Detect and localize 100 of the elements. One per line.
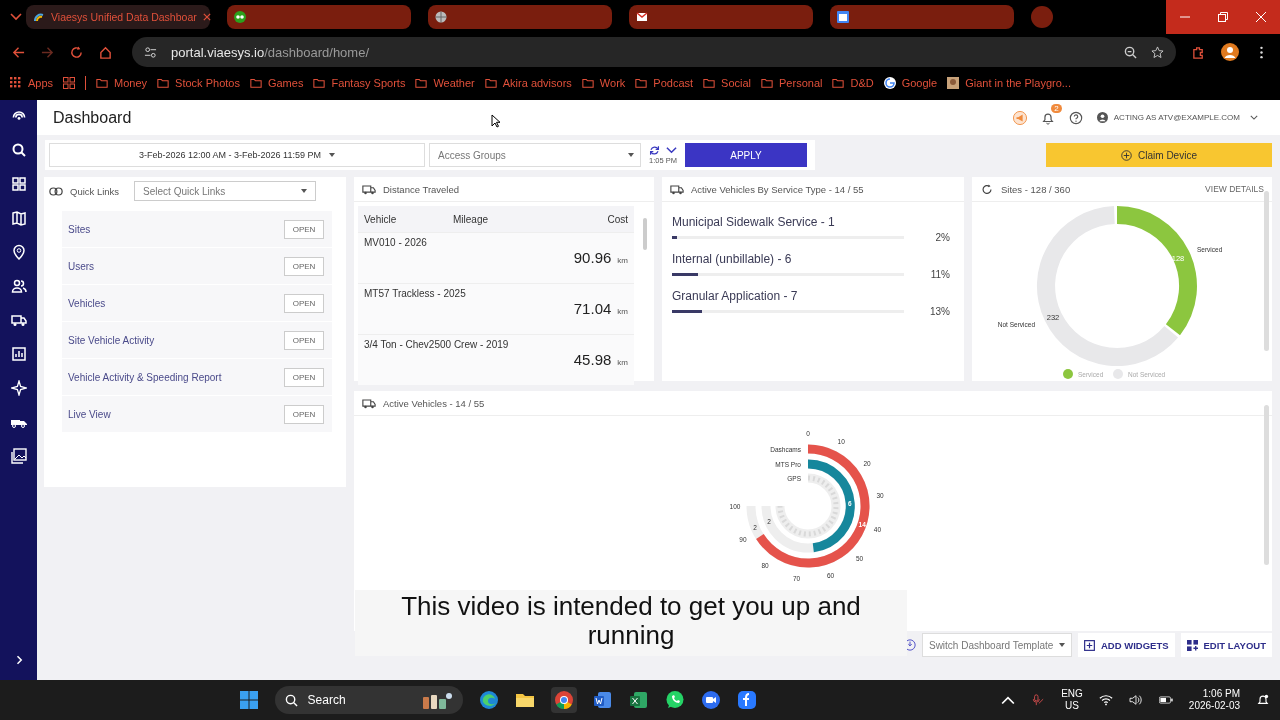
home-icon[interactable] [99,45,112,59]
bookmark[interactable]: Work [581,77,626,89]
wifi-icon[interactable] [1098,694,1113,706]
quick-link-label: Vehicle Activity & Speeding Report [68,371,222,383]
globe-icon [435,11,447,23]
back-icon[interactable] [12,45,25,59]
edit-layout-button[interactable]: EDIT LAYOUT [1180,633,1272,657]
close-icon[interactable] [202,13,211,21]
folder-icon [581,77,594,89]
chevron-up-icon[interactable] [1001,694,1016,706]
apply-button[interactable]: APPLY [685,143,807,167]
quick-links-select[interactable]: Select Quick Links [134,181,317,201]
open-button[interactable]: OPEN [284,367,324,387]
percent-value: 2% [934,232,950,243]
bookmark[interactable]: Podcast [635,77,694,89]
bookmark[interactable]: Games [249,77,304,89]
bell-icon[interactable] [1040,110,1055,125]
map-icon[interactable] [10,210,27,226]
browser-tab[interactable] [227,5,411,29]
chevron-down-icon[interactable] [666,145,677,156]
star-icon[interactable] [1151,45,1164,59]
mileage-value: 90.96 [573,249,612,266]
user-menu[interactable]: ACTING AS ATV@EXAMPLE.COM [1096,112,1258,123]
bookmark[interactable]: Stock Photos [157,77,240,89]
add-widgets-button[interactable]: ADD WIDGETS [1077,633,1175,657]
arc-logo-icon [33,11,45,23]
reload-icon[interactable] [70,45,83,59]
chevron-down-icon[interactable] [10,13,22,21]
app-icon[interactable] [736,690,757,710]
chat-bubble-icon[interactable] [664,690,685,710]
sparkle-icon[interactable] [10,380,27,396]
extensions-icon[interactable] [1192,45,1205,59]
refresh-pin-icon [980,183,994,195]
open-button[interactable]: OPEN [284,256,324,276]
excel-icon[interactable] [628,690,649,710]
open-button[interactable]: OPEN [284,330,324,350]
bookmark[interactable]: Fantasy Sports [313,77,406,89]
address-bar[interactable]: portal.viaesys.io/dashboard/home/ [132,37,1176,67]
search-icon[interactable] [10,142,27,158]
service-type-label: Granular Application - 7 [672,289,798,303]
speaker-icon[interactable] [1128,694,1143,706]
bookmark[interactable]: Social [703,77,752,89]
help-icon[interactable] [1068,110,1083,125]
dashboard-grid-icon[interactable] [10,176,27,192]
bookmark[interactable]: Apps [10,77,54,89]
profile-avatar-icon[interactable] [1221,43,1239,61]
open-button[interactable]: OPEN [284,404,324,424]
plus-circle-icon [1121,149,1133,161]
edge-browser-icon[interactable] [478,690,499,710]
claim-device-button[interactable]: Claim Device [1046,143,1272,167]
folder-icon [484,77,497,89]
mileage-unit: km [617,358,628,367]
clock[interactable]: 1:06 PM 2026-02-03 [1188,688,1240,712]
folder-icon [415,77,428,89]
site-settings-icon[interactable] [144,45,157,59]
word-icon[interactable] [592,690,613,710]
folder-icon [249,77,262,89]
truck-icon[interactable] [10,312,27,328]
refresh-icon[interactable] [649,145,660,156]
grid-icon[interactable] [63,77,76,89]
vehicle-name: MV010 - 2026 [364,237,428,248]
access-groups-select[interactable]: Access Groups [429,143,641,167]
microphone-icon[interactable] [1031,694,1046,706]
view-details-link[interactable]: VIEW DETAILS [1205,184,1264,194]
battery-icon[interactable] [1158,694,1173,706]
layout-grid-icon [1186,639,1198,651]
browser-tab[interactable] [830,5,1014,29]
date-range-field[interactable]: 3-Feb-2026 12:00 AM - 3-Feb-2026 11:59 PM [49,143,425,167]
bookmark[interactable]: Google [883,77,938,89]
language-indicator[interactable]: ENG US [1061,688,1083,712]
report-chart-icon[interactable] [10,346,27,362]
open-button[interactable]: OPEN [284,219,324,239]
restore-icon[interactable] [1218,12,1228,22]
truck-icon [670,183,684,195]
open-button[interactable]: OPEN [284,293,324,313]
truck-icon [362,183,376,195]
location-pin-icon[interactable] [10,244,27,260]
bookmark[interactable]: D&D [832,77,874,89]
start-icon[interactable] [238,690,259,710]
video-call-icon[interactable] [700,690,721,710]
browser-tab[interactable]: Viaesys Unified Data Dashboar [26,5,210,29]
bookmark[interactable]: Akira advisors [484,77,572,89]
bookmark[interactable]: Weather [415,77,475,89]
page-title: Dashboard [53,108,132,127]
mileage-unit: km [617,307,628,316]
apps-grid-icon [10,77,22,89]
page-thumbnail-icon [947,77,960,89]
dashboard-template-select[interactable]: Switch Dashboard Template [921,633,1072,657]
bookmark[interactable]: Personal [761,77,823,89]
mileage-unit: km [617,256,628,265]
mileage-value: 71.04 [573,300,612,317]
users-icon[interactable] [10,278,27,294]
image-gallery-icon[interactable] [10,448,27,464]
chrome-browser-icon[interactable] [550,687,577,713]
zoom-icon[interactable] [1124,45,1137,59]
percent-value: 11% [929,269,950,280]
bookmark[interactable]: Money [96,77,148,89]
bookmark[interactable]: Giant in the Playgro... [947,77,1071,89]
taskbar-search[interactable]: Search [274,686,463,714]
notification-bell-icon[interactable] [1256,694,1270,706]
